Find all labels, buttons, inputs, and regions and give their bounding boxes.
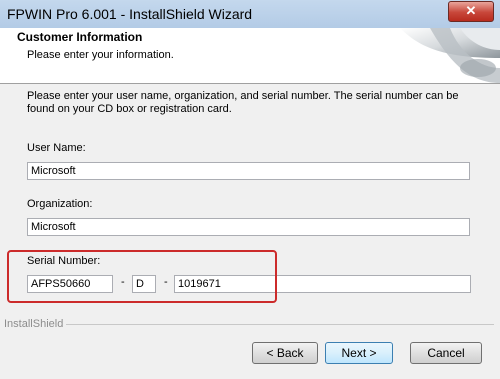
page-title: Customer Information (17, 30, 143, 44)
page-subtitle: Please enter your information. (27, 49, 174, 61)
serial-highlight-box (7, 250, 277, 303)
organization-label: Organization: (27, 198, 93, 210)
cancel-button[interactable]: Cancel (410, 342, 482, 364)
user-name-label: User Name: (27, 142, 86, 154)
window-title: FPWIN Pro 6.001 - InstallShield Wizard (7, 6, 253, 22)
installer-window: FPWIN Pro 6.001 - InstallShield Wizard ✕… (0, 0, 500, 379)
installshield-label: InstallShield (4, 318, 64, 330)
organization-input[interactable]: Microsoft (27, 218, 470, 236)
title-bar[interactable]: FPWIN Pro 6.001 - InstallShield Wizard ✕ (0, 0, 500, 28)
user-name-input[interactable]: Microsoft (27, 162, 470, 180)
instructions-text: Please enter your user name, organizatio… (27, 90, 459, 115)
footer-divider (66, 324, 494, 325)
back-button[interactable]: < Back (252, 342, 318, 364)
header-panel: Customer Information Please enter your i… (0, 28, 500, 84)
next-button[interactable]: Next > (325, 342, 393, 364)
close-button[interactable]: ✕ (448, 1, 494, 22)
header-graphic-icon (400, 28, 500, 83)
